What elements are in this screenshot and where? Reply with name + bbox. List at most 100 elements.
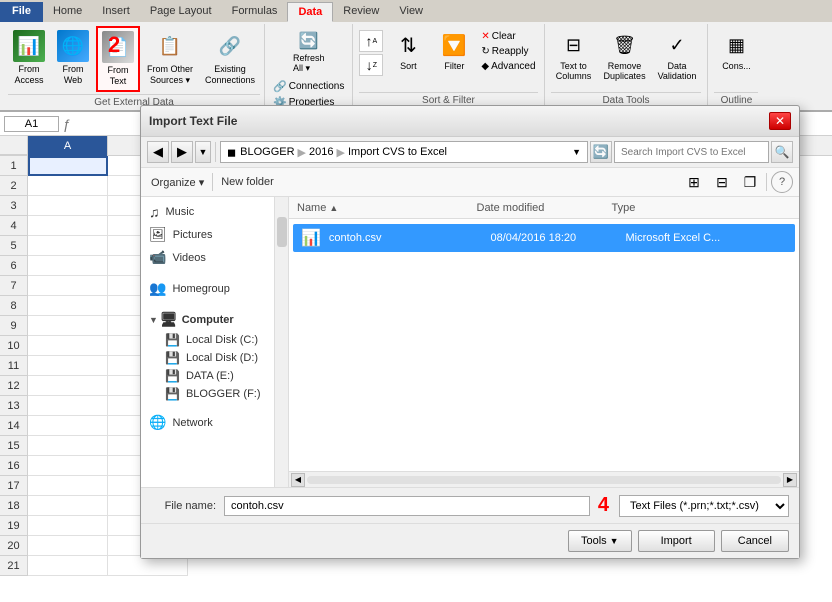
btn-sort-asc[interactable]: ↑A xyxy=(359,30,383,52)
btn-consolidate[interactable]: ▦ Cons... xyxy=(714,26,758,74)
cell-9-a[interactable] xyxy=(28,316,108,336)
new-folder-button[interactable]: New folder xyxy=(217,174,278,190)
sidebar-item-homegroup[interactable]: 👥 Homegroup xyxy=(141,277,274,300)
sidebar-item-data-e[interactable]: 💾 DATA (E:) xyxy=(141,367,274,385)
cell-13-a[interactable] xyxy=(28,396,108,416)
cell-12-a[interactable] xyxy=(28,376,108,396)
cell-14-a[interactable] xyxy=(28,416,108,436)
row-header-5: 5 xyxy=(0,236,28,256)
cell-18-a[interactable] xyxy=(28,496,108,516)
cell-20-a[interactable] xyxy=(28,536,108,556)
tab-review[interactable]: Review xyxy=(333,2,389,22)
file-type-select[interactable]: Text Files (*.prn;*.txt;*.csv) All Files… xyxy=(619,495,789,517)
row-header-1: 1 xyxy=(0,156,28,176)
scroll-right-button[interactable]: ▶ xyxy=(783,473,797,487)
horizontal-scrollbar[interactable]: ◀ ▶ xyxy=(289,471,799,487)
group-label-data-tools: Data Tools xyxy=(551,92,702,106)
tab-data[interactable]: Data xyxy=(287,2,333,22)
disk-f-icon: 💾 xyxy=(165,387,180,401)
address-dropdown-icon[interactable]: ▼ xyxy=(572,147,581,157)
dialog-close-button[interactable]: ✕ xyxy=(769,112,791,130)
sidebar-item-computer[interactable]: ▼ 🖥 Computer xyxy=(141,308,274,331)
organize-button[interactable]: Organize ▾ xyxy=(147,174,208,191)
tab-file[interactable]: File xyxy=(0,2,43,22)
btn-sort[interactable]: ⇅ Sort xyxy=(387,26,429,74)
name-box[interactable] xyxy=(4,116,59,132)
address-refresh-button[interactable]: 🔄 xyxy=(590,141,612,163)
ribbon-content: 📊 FromAccess 🌐 FromWeb 📄 FromText 📋 From… xyxy=(0,22,832,110)
btn-from-other-sources[interactable]: 📋 From OtherSources ▾ xyxy=(142,26,198,90)
cell-4-a[interactable] xyxy=(28,216,108,236)
help-button[interactable]: ? xyxy=(771,171,793,193)
row-header-8: 8 xyxy=(0,296,28,316)
btn-refresh-all[interactable]: 🔄 RefreshAll ▾ xyxy=(271,26,346,77)
btn-existing-connections[interactable]: 🔗 ExistingConnections xyxy=(200,26,260,90)
tools-button[interactable]: Tools ▼ xyxy=(568,530,632,552)
btn-from-access[interactable]: 📊 FromAccess xyxy=(8,26,50,90)
tab-home[interactable]: Home xyxy=(43,2,92,22)
network-icon: 🌐 xyxy=(149,414,166,431)
row-header-19: 19 xyxy=(0,516,28,536)
cell-11-a[interactable] xyxy=(28,356,108,376)
tab-formulas[interactable]: Formulas xyxy=(222,2,288,22)
cell-1-a[interactable] xyxy=(28,156,108,176)
btn-clear[interactable]: ✕ Clear xyxy=(479,30,537,43)
recent-button[interactable]: ▼ xyxy=(195,141,211,163)
sidebar-item-local-c[interactable]: 💾 Local Disk (C:) xyxy=(141,331,274,349)
view-details-button[interactable]: ⊟ xyxy=(710,171,734,193)
sidebar-item-blogger-f[interactable]: 💾 BLOGGER (F:) xyxy=(141,385,274,403)
tab-page-layout[interactable]: Page Layout xyxy=(140,2,222,22)
btn-sort-desc[interactable]: ↓Z xyxy=(359,54,383,76)
cell-6-a[interactable] xyxy=(28,256,108,276)
sidebar-item-local-d[interactable]: 💾 Local Disk (D:) xyxy=(141,349,274,367)
sidebar-item-network[interactable]: 🌐 Network xyxy=(141,411,274,434)
btn-reapply[interactable]: ↻ Reapply xyxy=(479,45,537,58)
disk-d-icon: 💾 xyxy=(165,351,180,365)
cell-10-a[interactable] xyxy=(28,336,108,356)
btn-connections[interactable]: 🔗 Connections xyxy=(271,79,346,94)
tab-insert[interactable]: Insert xyxy=(92,2,140,22)
btn-remove-duplicates[interactable]: 🗑 RemoveDuplicates xyxy=(599,26,651,84)
annotation-step2: 2 xyxy=(108,32,120,58)
row-header-17: 17 xyxy=(0,476,28,496)
row-header-3: 3 xyxy=(0,196,28,216)
cell-21-b[interactable] xyxy=(108,556,188,576)
homegroup-icon: 👥 xyxy=(149,280,166,297)
tab-view[interactable]: View xyxy=(389,2,433,22)
scroll-left-button[interactable]: ◀ xyxy=(291,473,305,487)
sidebar-item-pictures[interactable]: 🖼 Pictures xyxy=(141,223,274,246)
cell-16-a[interactable] xyxy=(28,456,108,476)
disk-c-icon: 💾 xyxy=(165,333,180,347)
view-extra-button[interactable]: ❐ xyxy=(738,171,762,193)
from-access-icon: 📊 xyxy=(13,30,45,62)
cell-5-a[interactable] xyxy=(28,236,108,256)
row-header-18: 18 xyxy=(0,496,28,516)
search-box[interactable] xyxy=(614,141,769,163)
btn-from-web[interactable]: 🌐 FromWeb xyxy=(52,26,94,90)
btn-advanced[interactable]: ◆ Advanced xyxy=(479,60,537,73)
btn-data-validation[interactable]: ✓ DataValidation xyxy=(653,26,702,84)
from-other-icon: 📋 xyxy=(154,30,186,62)
cancel-button[interactable]: Cancel xyxy=(721,530,789,552)
back-button[interactable]: ◀ xyxy=(147,141,169,163)
file-item-contoh-csv[interactable]: 📊 contoh.csv 08/04/2016 18:20 Microsoft … xyxy=(293,224,795,252)
cell-7-a[interactable] xyxy=(28,276,108,296)
row-header-13: 13 xyxy=(0,396,28,416)
forward-button[interactable]: ▶ xyxy=(171,141,193,163)
sidebar-item-videos[interactable]: 📹 Videos xyxy=(141,246,274,269)
btn-filter[interactable]: 🔽 Filter xyxy=(433,26,475,74)
cell-15-a[interactable] xyxy=(28,436,108,456)
view-list-button[interactable]: ⊞ xyxy=(682,171,706,193)
cell-19-a[interactable] xyxy=(28,516,108,536)
cell-8-a[interactable] xyxy=(28,296,108,316)
cell-17-a[interactable] xyxy=(28,476,108,496)
sidebar-item-music[interactable]: ♫ Music xyxy=(141,201,274,223)
file-name-input[interactable] xyxy=(224,496,590,516)
import-button[interactable]: Import xyxy=(638,530,715,552)
search-button[interactable]: 🔍 xyxy=(771,141,793,163)
btn-text-to-columns[interactable]: ⊟ Text toColumns xyxy=(551,26,597,84)
cell-3-a[interactable] xyxy=(28,196,108,216)
cell-2-a[interactable] xyxy=(28,176,108,196)
videos-icon: 📹 xyxy=(149,249,166,266)
cell-21-a[interactable] xyxy=(28,556,108,576)
